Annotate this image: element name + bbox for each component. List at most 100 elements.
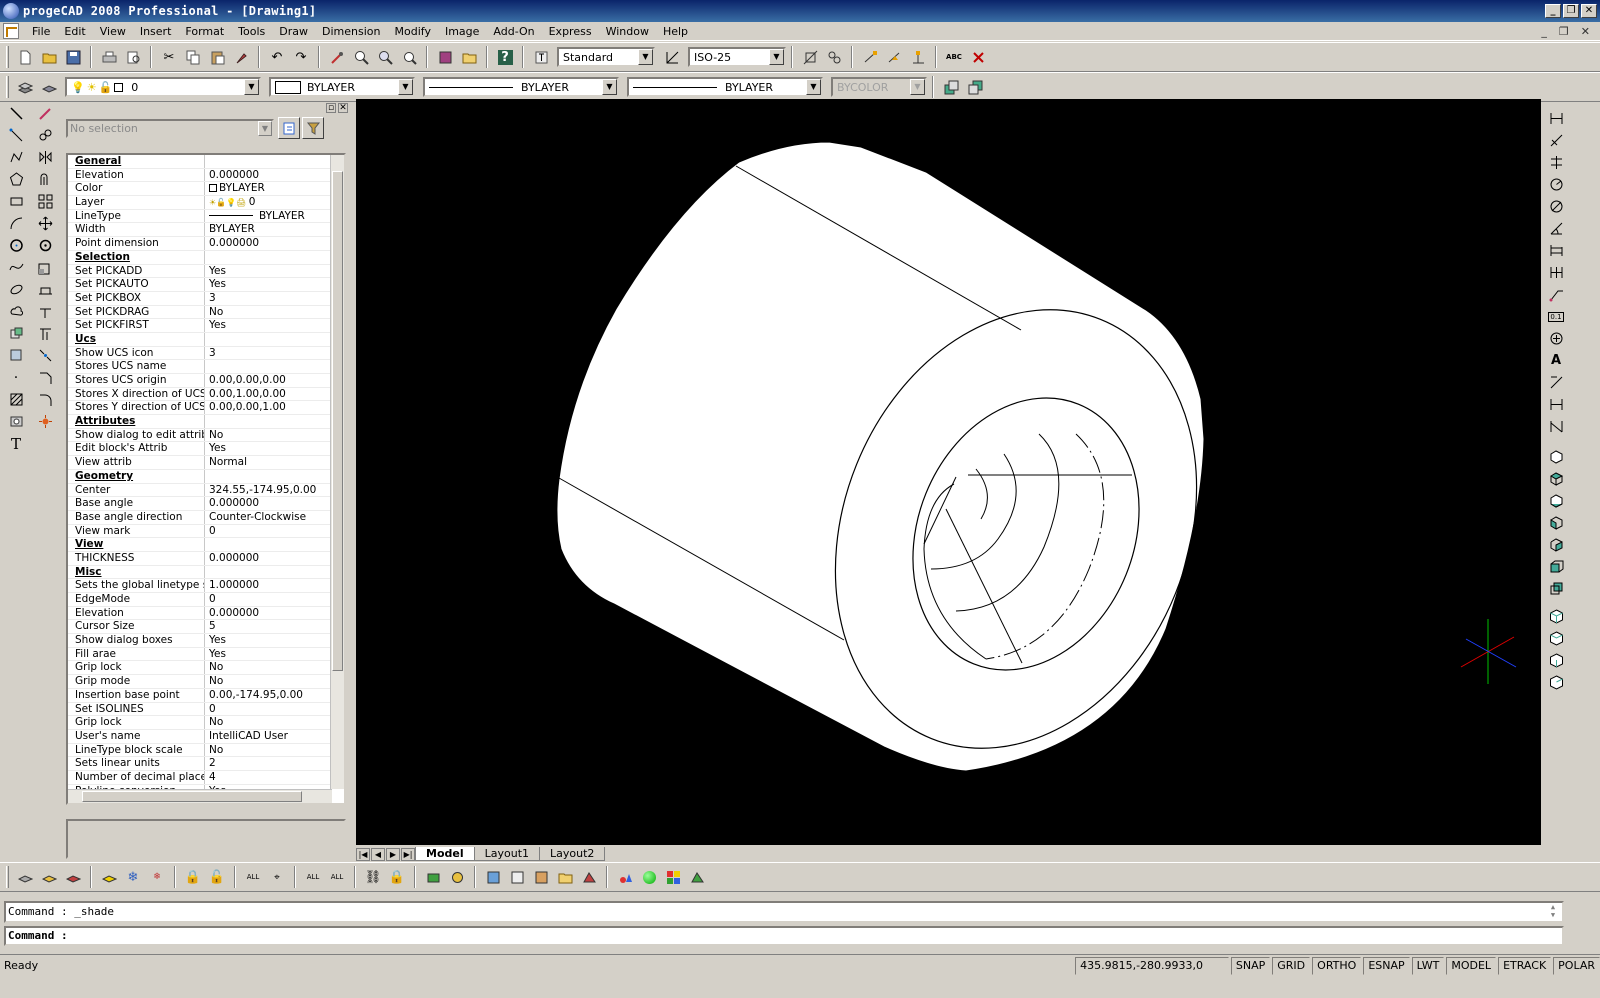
property-value[interactable]: ☀🔓💡🖨 0 <box>205 196 332 209</box>
3d-view-button[interactable] <box>1545 446 1567 467</box>
menu-window[interactable]: Window <box>599 23 656 40</box>
property-value[interactable]: Yes <box>205 648 332 661</box>
minimize-button[interactable]: _ <box>1545 4 1561 18</box>
layer-previous-button[interactable] <box>38 76 60 98</box>
image-tool-3-button[interactable] <box>530 866 552 888</box>
tab-layout2[interactable]: Layout2 <box>539 847 606 861</box>
render-tool-2-button[interactable] <box>638 866 660 888</box>
ordinate-dimension-button[interactable] <box>1545 152 1567 173</box>
layer-all-thaw-button[interactable]: ALL <box>302 866 324 888</box>
property-row[interactable]: Base angle direction Counter-Clockwise <box>68 510 332 525</box>
layer-lock-button[interactable]: 🔒 <box>182 866 204 888</box>
property-row[interactable]: Edit block's Attrib Yes <box>68 442 332 457</box>
open-file-button[interactable] <box>38 46 60 68</box>
property-value[interactable]: 324.55,-174.95,0.00 <box>205 484 332 497</box>
layer-select[interactable]: 💡 ☀ 🔓 0 ▼ <box>65 77 261 97</box>
property-category[interactable]: General <box>68 155 332 169</box>
break-button[interactable] <box>34 345 56 366</box>
stretch-button[interactable] <box>34 279 56 300</box>
color-select[interactable]: BYLAYER ▼ <box>269 77 415 97</box>
property-row[interactable]: Show dialog to edit attrib No <box>68 428 332 443</box>
chevron-down-icon[interactable]: ▼ <box>244 79 259 95</box>
properties-horizontal-scrollbar[interactable] <box>68 789 332 803</box>
property-row[interactable]: Set PICKBOX 3 <box>68 291 332 306</box>
menu-help[interactable]: Help <box>656 23 695 40</box>
baseline-dimension-button[interactable] <box>1545 240 1567 261</box>
dimension-override-button[interactable] <box>1545 416 1567 437</box>
render-tool-3-button[interactable] <box>662 866 684 888</box>
property-value[interactable]: BYLAYER <box>205 223 332 236</box>
scrollbar-thumb[interactable] <box>332 171 343 671</box>
lwt-toggle[interactable]: LWT <box>1411 956 1445 975</box>
view-back-button[interactable] <box>1545 578 1567 599</box>
property-row[interactable]: Sets linear units 2 <box>68 757 332 771</box>
lineweight-select[interactable]: BYLAYER ▼ <box>627 77 823 97</box>
revision-cloud-button[interactable] <box>5 301 27 322</box>
line-button[interactable] <box>5 103 27 124</box>
layer-freeze-button[interactable]: ❄ <box>122 866 144 888</box>
esnap-settings-button[interactable] <box>799 46 821 68</box>
toolbar-grip[interactable] <box>6 76 9 98</box>
snap-toggle[interactable]: SNAP <box>1230 956 1271 975</box>
command-input[interactable]: Command : <box>4 926 1564 946</box>
property-value[interactable]: IntelliCAD User <box>205 730 332 743</box>
toolbar-grip[interactable] <box>6 866 9 888</box>
layer-all-unlock-button[interactable]: ALL <box>326 866 348 888</box>
render-tool-1-button[interactable] <box>614 866 636 888</box>
property-value[interactable]: No <box>205 661 332 674</box>
image-tool-5-button[interactable] <box>578 866 600 888</box>
center-mark-button[interactable] <box>1545 328 1567 349</box>
menu-insert[interactable]: Insert <box>133 23 179 40</box>
property-value[interactable]: Yes <box>205 278 332 291</box>
spell-check-button[interactable]: ABC <box>943 46 965 68</box>
property-value[interactable]: 0 <box>205 525 332 538</box>
view-bottom-button[interactable] <box>1545 490 1567 511</box>
quick-select-button[interactable] <box>278 117 300 139</box>
property-row[interactable]: EdgeMode 0 <box>68 593 332 607</box>
property-value[interactable]: 0.00,0.00,1.00 <box>205 401 332 414</box>
property-category[interactable]: Attributes <box>68 415 332 429</box>
image-tool-2-button[interactable] <box>506 866 528 888</box>
menu-express[interactable]: Express <box>542 23 599 40</box>
document-icon[interactable] <box>3 23 19 39</box>
dimension-style-button[interactable] <box>661 46 683 68</box>
property-row[interactable]: Width BYLAYER <box>68 223 332 238</box>
scale-button[interactable] <box>34 257 56 278</box>
layer-all-off-button[interactable]: ⌖ <box>266 866 288 888</box>
property-value[interactable]: Counter-Clockwise <box>205 511 332 524</box>
property-value[interactable]: 0.000000 <box>205 237 332 250</box>
property-row[interactable]: Point dimension 0.000000 <box>68 237 332 251</box>
tolerance-button[interactable]: 0.1 <box>1545 306 1567 327</box>
property-value[interactable]: Yes <box>205 634 332 647</box>
zoom-window-button[interactable] <box>374 46 396 68</box>
property-row[interactable]: Show UCS icon 3 <box>68 346 332 361</box>
zoom-previous-button[interactable] <box>398 46 420 68</box>
property-value[interactable]: 3 <box>205 292 332 305</box>
chevron-down-icon[interactable]: ▼ <box>769 49 784 65</box>
view-se-iso-button[interactable] <box>1545 628 1567 649</box>
menu-image[interactable]: Image <box>438 23 486 40</box>
diameter-dimension-button[interactable] <box>1545 196 1567 217</box>
explode-button[interactable] <box>34 411 56 432</box>
panel-restore-button[interactable]: ▫ <box>326 103 336 113</box>
layer-manager-button[interactable] <box>14 76 36 98</box>
property-row[interactable]: Set PICKFIRST Yes <box>68 319 332 333</box>
property-row[interactable]: Cursor Size 5 <box>68 620 332 635</box>
app-icon[interactable] <box>3 3 19 19</box>
property-value[interactable]: BYLAYER <box>205 210 332 223</box>
angular-dimension-button[interactable] <box>1545 218 1567 239</box>
property-row[interactable]: View attrib Normal <box>68 456 332 470</box>
menu-dimension[interactable]: Dimension <box>315 23 387 40</box>
trim-button[interactable] <box>34 301 56 322</box>
panel-close-button[interactable]: ✕ <box>338 103 348 113</box>
image-tool-4-button[interactable] <box>554 866 576 888</box>
property-row[interactable]: Set PICKAUTO Yes <box>68 278 332 292</box>
property-value[interactable]: No <box>205 744 332 757</box>
command-history-scrollbar[interactable]: ▲ ▼ <box>1546 903 1560 921</box>
property-row[interactable]: Elevation 0.000000 <box>68 606 332 621</box>
menu-file[interactable]: File <box>25 23 57 40</box>
property-row[interactable]: THICKNESS 0.000000 <box>68 551 332 566</box>
object-snap-2-button[interactable] <box>883 46 905 68</box>
tab-model[interactable]: Model <box>415 847 475 861</box>
property-category[interactable]: Geometry <box>68 469 332 484</box>
